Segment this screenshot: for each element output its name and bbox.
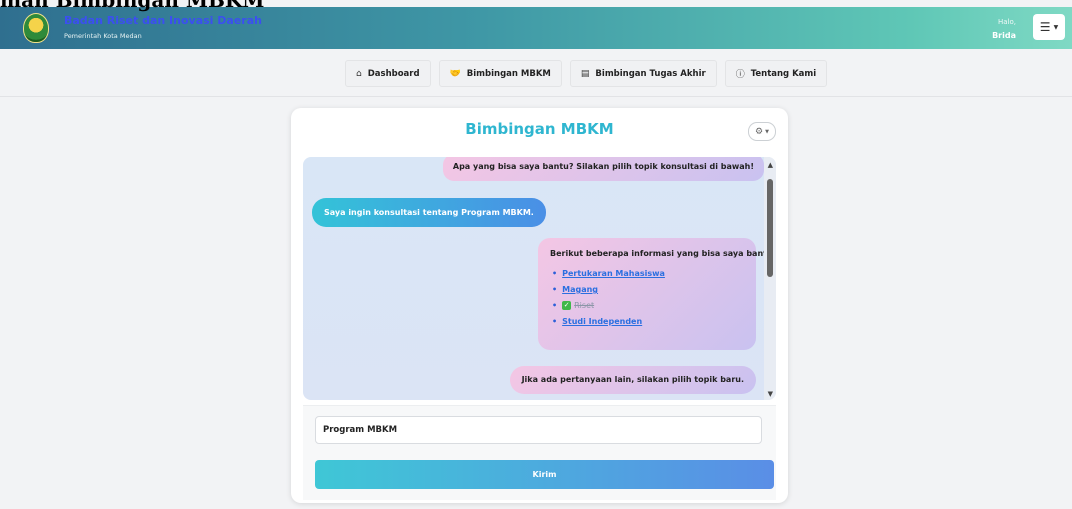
bot-info-heading: Berikut beberapa informasi yang bisa say…: [550, 249, 776, 258]
topic-link-magang[interactable]: Magang: [562, 285, 598, 294]
topic-link-pertukaran-mahasiswa[interactable]: Pertukaran Mahasiswa: [562, 269, 665, 278]
top-header: Badan Riset dan Inovasi Daerah Pemerinta…: [0, 7, 1072, 49]
list-item: • Studi Independen: [552, 317, 643, 326]
nav-label: Tentang Kami: [750, 68, 817, 79]
home-icon: ⌂: [356, 68, 362, 79]
bot-message-topics: Berikut beberapa informasi yang bisa say…: [538, 238, 776, 350]
gear-icon: ⚙: [755, 126, 764, 137]
nav-tentang-kami[interactable]: ⓘ Tentang Kami: [724, 60, 828, 87]
org-name[interactable]: Badan Riset dan Inovasi Daerah: [64, 14, 262, 27]
message-input[interactable]: [315, 416, 762, 444]
nav-bimbingan-tugas-akhir[interactable]: ▤ Bimbingan Tugas Akhir: [569, 60, 717, 87]
chevron-down-icon: ▼: [765, 128, 769, 135]
document-icon: ▤: [580, 68, 590, 79]
scroll-up-icon[interactable]: ▲: [768, 161, 773, 169]
org-subtitle: Pemerintah Kota Medan: [64, 32, 142, 40]
topic-riset-completed: Riset: [574, 301, 595, 310]
card-title: Bimbingan MBKM: [465, 120, 614, 138]
scroll-thumb[interactable]: [767, 179, 773, 277]
nav-divider: [0, 96, 1072, 97]
user-greeting: Halo, Brida: [992, 15, 1016, 43]
chat-window[interactable]: Apa yang bisa saya bantu? Silakan pilih …: [303, 157, 776, 400]
list-item: • Pertukaran Mahasiswa: [552, 269, 665, 278]
bot-message: Jika ada pertanyaan lain, silakan pilih …: [509, 366, 756, 394]
chat-scrollbar[interactable]: ▲ ▼: [764, 157, 776, 400]
nav-dashboard[interactable]: ⌂ Dashboard: [345, 60, 431, 87]
topic-link-studi-independen[interactable]: Studi Independen: [562, 317, 642, 326]
checkmark-icon: ✓: [562, 301, 572, 310]
page-heading: man Bimbingan MBKM: [0, 0, 265, 12]
list-item: • Magang: [552, 285, 599, 294]
list-item: • ✓ Riset: [552, 301, 595, 310]
scroll-down-icon[interactable]: ▼: [768, 390, 773, 398]
chat-card: Bimbingan MBKM ⚙ ▼ Apa yang bisa saya ban…: [291, 108, 788, 503]
menu-button[interactable]: ☰ ▼: [1033, 14, 1065, 40]
send-button[interactable]: Kirim: [315, 460, 774, 489]
greeting-text: Halo,: [997, 18, 1016, 26]
user-message: Saya ingin konsultasi tentang Program MB…: [312, 198, 546, 227]
user-name: Brida: [992, 31, 1016, 40]
bot-message: Apa yang bisa saya bantu? Silakan pilih …: [442, 157, 764, 181]
hamburger-icon: ☰: [1039, 20, 1051, 34]
chevron-down-icon: ▼: [1053, 23, 1059, 31]
nav-label: Dashboard: [367, 68, 420, 79]
org-logo[interactable]: [23, 13, 49, 43]
handshake-icon: 🤝: [449, 68, 461, 79]
nav-label: Bimbingan MBKM: [466, 68, 551, 79]
nav-bimbingan-mbkm[interactable]: 🤝 Bimbingan MBKM: [438, 60, 562, 87]
settings-dropdown[interactable]: ⚙ ▼: [748, 122, 776, 141]
main-nav: ⌂ Dashboard 🤝 Bimbingan MBKM ▤ Bimbingan…: [345, 60, 828, 87]
topic-list: • Pertukaran Mahasiswa • Magang • ✓ Riset • S…: [552, 266, 665, 330]
input-area: Kirim: [303, 405, 776, 500]
nav-label: Bimbingan Tugas Akhir: [595, 68, 706, 79]
info-icon: ⓘ: [735, 70, 745, 80]
